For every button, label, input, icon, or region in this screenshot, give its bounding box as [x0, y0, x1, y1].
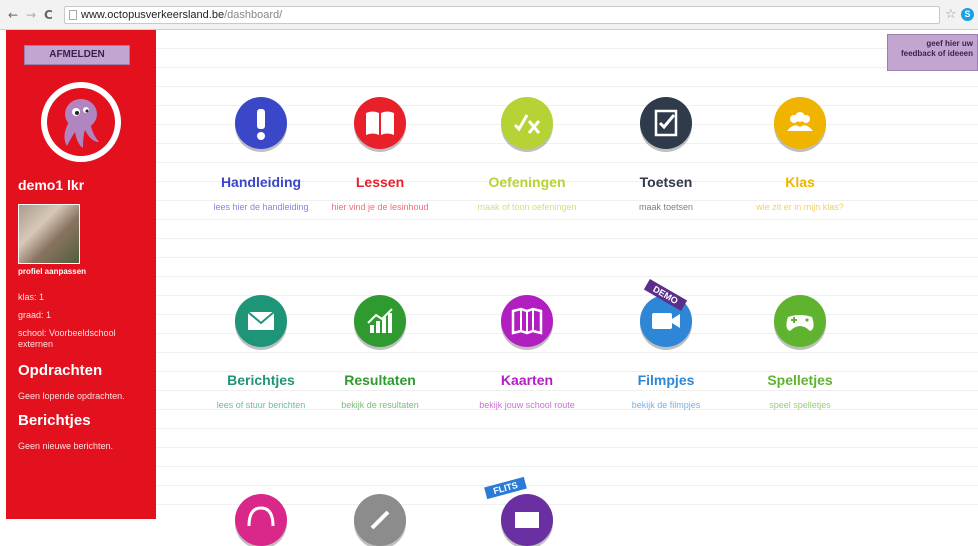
- sidebar: AFMELDEN demo1 lkr profiel aanpassen kla…: [6, 30, 156, 519]
- tile-title[interactable]: Filmpjes: [606, 372, 726, 388]
- school-info: school: Voorbeeldschool externen: [18, 328, 116, 349]
- assignments-heading[interactable]: Opdrachten: [18, 362, 102, 379]
- messages-heading[interactable]: Berichtjes: [18, 412, 91, 429]
- tile-title[interactable]: Resultaten: [320, 372, 440, 388]
- envelope-icon[interactable]: [235, 295, 287, 347]
- page-icon: [69, 10, 77, 20]
- flits-icon[interactable]: [501, 494, 553, 546]
- book-icon[interactable]: [354, 97, 406, 149]
- url-text: www.octopusverkeersland.be/dashboard/: [81, 9, 283, 21]
- octopus-logo[interactable]: [41, 82, 121, 162]
- tile-title[interactable]: Handleiding: [201, 174, 321, 190]
- messages-status: Geen nieuwe berichten.: [18, 441, 114, 451]
- map-icon[interactable]: [501, 295, 553, 347]
- test-icon[interactable]: [640, 97, 692, 149]
- check-x-icon[interactable]: [501, 97, 553, 149]
- tile-subtitle: bekijk jouw school route: [479, 400, 575, 410]
- tile-title[interactable]: Lessen: [320, 174, 440, 190]
- people-icon[interactable]: [774, 97, 826, 149]
- browser-toolbar: ← → C www.octopusverkeersland.be/dashboa…: [0, 0, 978, 30]
- tile-subtitle: bekijk de resultaten: [341, 400, 419, 410]
- back-icon[interactable]: ←: [8, 8, 18, 22]
- username: demo1 lkr: [18, 177, 85, 193]
- pen-icon[interactable]: [354, 494, 406, 546]
- tile-title[interactable]: Oefeningen: [467, 174, 587, 190]
- assignments-status: Geen lopende opdrachten.: [18, 391, 125, 401]
- tile-title[interactable]: Klas: [740, 174, 860, 190]
- tile-subtitle: maak toetsen: [638, 202, 694, 212]
- tile-title[interactable]: Spelletjes: [740, 372, 860, 388]
- bookmark-star-icon[interactable]: ☆: [945, 7, 957, 22]
- reload-icon[interactable]: C: [44, 8, 53, 22]
- gamepad-icon[interactable]: [774, 295, 826, 347]
- tile-subtitle: maak of toon oefeningen: [477, 202, 577, 212]
- class-info: klas: 1: [18, 292, 45, 302]
- exclamation-icon[interactable]: [235, 97, 287, 149]
- address-bar[interactable]: www.octopusverkeersland.be/dashboard/: [64, 6, 940, 24]
- grade-info: graad: 1: [18, 310, 52, 320]
- skype-extension-icon[interactable]: S: [961, 8, 974, 21]
- tile-subtitle: hier vind je de lesinhoud: [331, 202, 429, 212]
- tile-subtitle: speel spelletjes: [769, 400, 831, 410]
- avatar[interactable]: [18, 204, 80, 264]
- chart-icon[interactable]: [354, 295, 406, 347]
- profile-edit-link[interactable]: profiel aanpassen: [18, 267, 86, 276]
- tile-title[interactable]: Kaarten: [467, 372, 587, 388]
- tile-subtitle: wie zit er in mijn klas?: [756, 202, 844, 212]
- tile-title[interactable]: Berichtjes: [201, 372, 321, 388]
- forward-icon[interactable]: →: [26, 8, 36, 22]
- tile-title[interactable]: Toetsen: [606, 174, 726, 190]
- logout-button[interactable]: AFMELDEN: [24, 45, 130, 65]
- tile-subtitle: bekijk de filmpjes: [631, 400, 701, 410]
- feedback-button[interactable]: geef hier uw feedback of ideeen: [887, 34, 978, 71]
- headset-icon[interactable]: [235, 494, 287, 546]
